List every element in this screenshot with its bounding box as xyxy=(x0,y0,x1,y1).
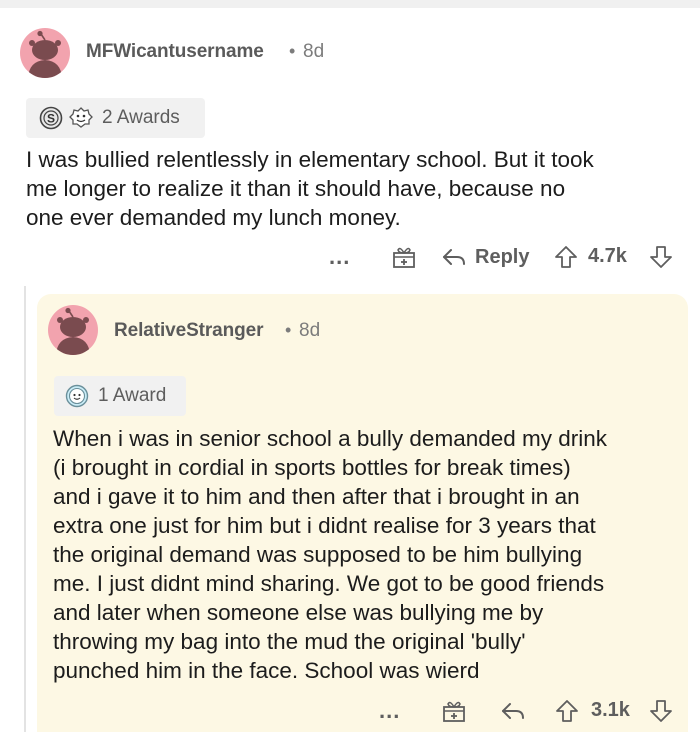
reply-awards-badge[interactable]: 1 Award xyxy=(54,376,186,416)
wholesome-seal-icon xyxy=(69,107,93,128)
reply-label: Reply xyxy=(475,245,530,268)
reply-text-line: When i was in senior school a bully dema… xyxy=(53,426,608,451)
reply-actions: ... 3.1k xyxy=(0,694,700,728)
vote-count: 3.1k xyxy=(591,699,630,721)
downvote-button[interactable] xyxy=(648,698,674,724)
wholesome-award-icon xyxy=(65,384,89,408)
reply-body: When i was in senior school a bully dema… xyxy=(53,424,683,685)
reply-text-line: the original demand was supposed to be h… xyxy=(53,542,583,567)
reply-text-line: punched him in the face. School was wier… xyxy=(53,658,480,683)
more-options-button[interactable]: ... xyxy=(379,694,400,728)
reply-button[interactable] xyxy=(500,698,526,724)
gift-icon xyxy=(443,701,465,722)
comment-text-line: one ever demanded my lunch money. xyxy=(26,205,401,230)
reply-text-line: me. I just didnt mind sharing. We got to… xyxy=(53,571,605,596)
reply-text-line: throwing my bag into the mud the origina… xyxy=(53,629,526,654)
awards-count: 2 Awards xyxy=(102,107,180,128)
awards-badge[interactable]: S 2 Awards xyxy=(26,98,205,138)
comment-text-line: I was bullied relentlessly in elementary… xyxy=(26,147,594,172)
vote-count: 4.7k xyxy=(588,245,627,267)
downvote-button[interactable] xyxy=(648,244,674,270)
comment-body: I was bullied relentlessly in elementary… xyxy=(26,145,686,232)
svg-text:S: S xyxy=(47,112,55,126)
reply-text-line: extra one just for him but i didnt reali… xyxy=(53,513,596,538)
reply-arrow-icon xyxy=(443,249,465,265)
more-options-button[interactable]: ... xyxy=(329,240,350,274)
reply-avatar[interactable] xyxy=(48,305,98,355)
silver-award-icon: S xyxy=(39,106,63,130)
upvote-button[interactable] xyxy=(554,698,580,724)
avatar[interactable] xyxy=(20,28,70,78)
meta-separator: • xyxy=(285,320,292,340)
reply-text-line: (i brought in cordial in sports bottles … xyxy=(53,455,571,480)
downvote-arrow-icon xyxy=(650,700,672,722)
thread-line[interactable] xyxy=(24,286,26,732)
snoo-avatar-icon xyxy=(20,28,70,78)
reply-arrow-icon xyxy=(502,703,524,719)
give-award-button[interactable] xyxy=(441,698,467,724)
gift-icon xyxy=(393,247,415,268)
meta-separator: • xyxy=(289,41,296,61)
give-award-button[interactable] xyxy=(391,244,417,270)
comment-actions: ... Reply 4.7k xyxy=(0,240,700,274)
comment-text-line: me longer to realize it than it should h… xyxy=(26,176,566,201)
top-divider xyxy=(0,0,700,8)
reply-text-line: and i gave it to him and then after that… xyxy=(53,484,580,509)
comment-username[interactable]: MFWicantusername xyxy=(86,41,264,63)
reply-text-line: and later when someone else was bullying… xyxy=(53,600,544,625)
upvote-button[interactable] xyxy=(553,244,579,270)
upvote-arrow-icon xyxy=(556,700,578,722)
reply-age: 8d xyxy=(299,320,321,341)
reply-button[interactable]: Reply xyxy=(441,244,529,270)
reply-username[interactable]: RelativeStranger xyxy=(114,320,264,342)
awards-count: 1 Award xyxy=(98,385,167,406)
snoo-avatar-icon xyxy=(48,305,98,355)
upvote-arrow-icon xyxy=(555,246,577,268)
comment-age: 8d xyxy=(303,41,325,62)
downvote-arrow-icon xyxy=(650,246,672,268)
